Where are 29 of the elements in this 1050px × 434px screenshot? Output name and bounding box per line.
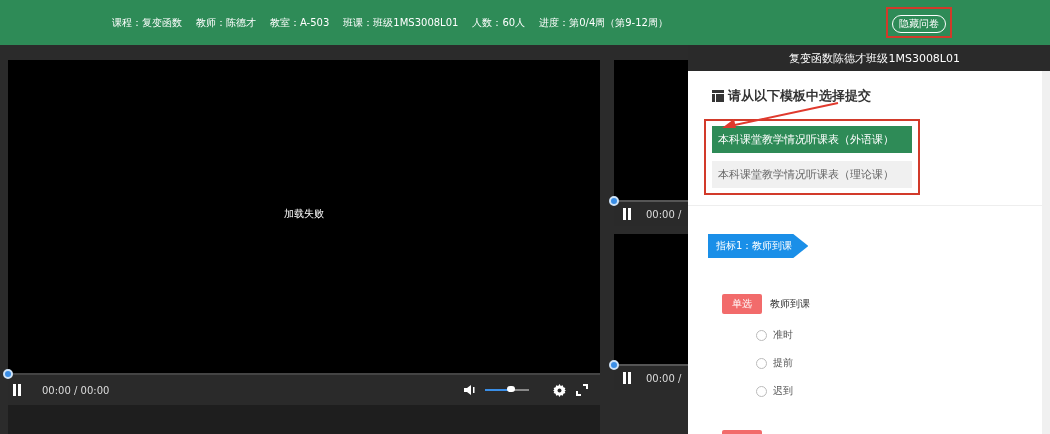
time-display: 00:00 / [646, 372, 682, 384]
time-display: 00:00 / [646, 208, 682, 220]
volume-handle[interactable] [507, 386, 516, 392]
option-label: 准时 [773, 328, 793, 342]
course-info: 进度：第0/4周（第9-12周） [539, 15, 668, 30]
course-info: 人数：60人 [472, 15, 526, 30]
settings-icon[interactable] [553, 383, 566, 397]
course-info: 教室：A-503 [270, 15, 330, 30]
volume-icon[interactable] [463, 384, 475, 396]
question-type-badge [722, 430, 762, 434]
template-button[interactable]: 本科课堂教学情况听课表（理论课） [712, 161, 912, 188]
pause-icon[interactable] [622, 208, 632, 220]
template-button[interactable]: 本科课堂教学情况听课表（外语课） [712, 126, 912, 153]
question-type-badge: 单选 [722, 294, 762, 314]
course-info: 课程：复变函数 [112, 15, 182, 30]
option-label: 提前 [773, 356, 793, 370]
time-display: 00:00 / 00:00 [42, 384, 110, 396]
load-failed-message: 加载失败 [284, 206, 324, 221]
table-icon [712, 90, 724, 102]
course-info: 班课：班级1MS3008L01 [343, 15, 459, 30]
indicator-tag: 指标1：教师到课 [708, 234, 809, 258]
fullscreen-icon[interactable] [576, 384, 588, 396]
option-label: 迟到 [773, 384, 793, 398]
question-text: 教师到课 [770, 297, 810, 311]
course-info: 教师：陈德才 [196, 15, 256, 30]
panel-heading: 请从以下模板中选择提交 [728, 87, 871, 105]
panel-title: 复变函数陈德才班级1MS3008L01 [789, 50, 960, 66]
pause-icon[interactable] [622, 372, 632, 384]
pause-icon[interactable] [12, 384, 22, 396]
